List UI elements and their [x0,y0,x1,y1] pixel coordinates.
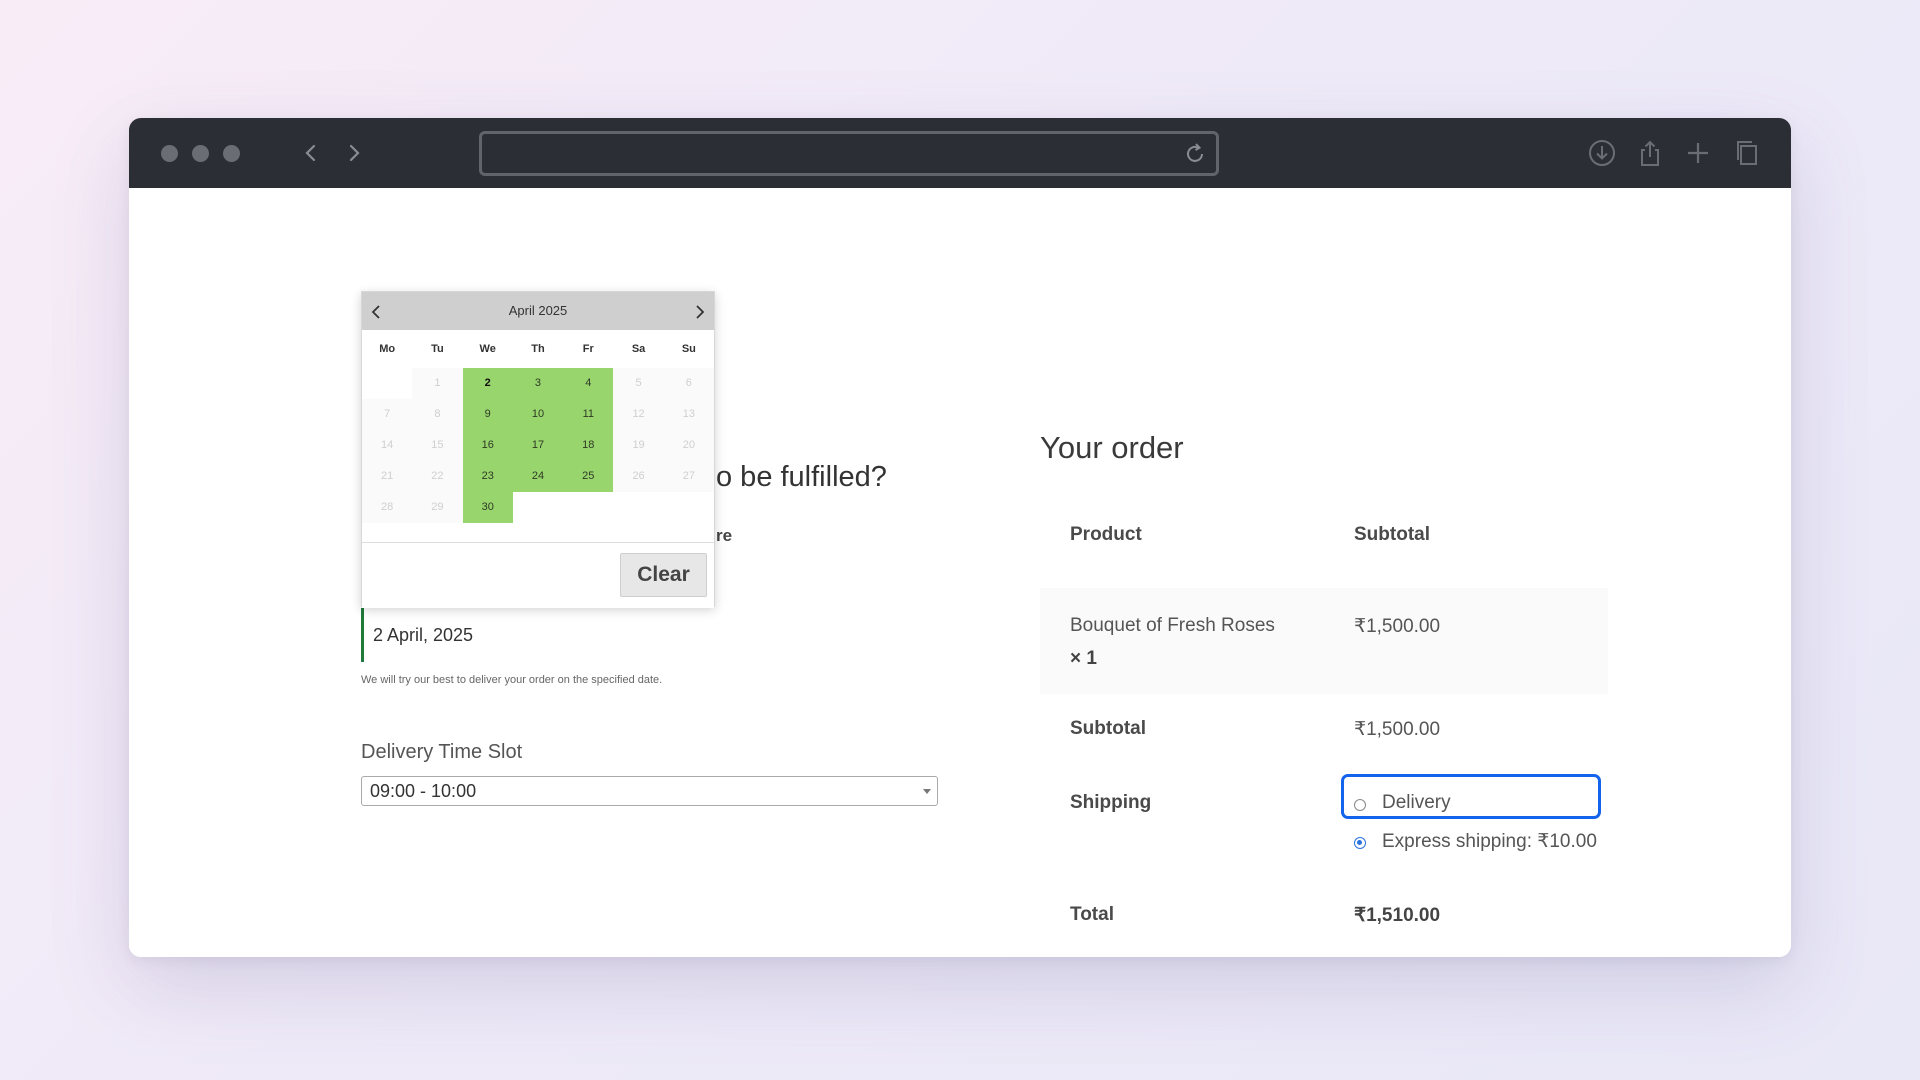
datepicker-days: 1 2 3 4 5 6 7 8 9 10 11 12 13 14 15 16 17 18 19 20 21 22 23 24 2… [362,368,714,523]
order-item-quantity: × 1 [1070,648,1097,669]
datepicker-day[interactable]: 25 [563,461,614,492]
datepicker-day: 29 [412,492,463,523]
datepicker-day[interactable]: 17 [512,430,564,461]
browser-titlebar [129,118,1791,188]
datepicker-day [362,368,413,399]
datepicker-day: 19 [613,430,664,461]
weekday-label: Tu [431,343,444,355]
share-icon[interactable] [1635,138,1665,168]
weekday-label: Mo [379,343,396,355]
column-header-product: Product [1070,524,1142,545]
forward-icon[interactable] [342,138,366,168]
window-zoom-dot[interactable] [223,145,240,162]
datepicker-day[interactable]: 3 [512,368,564,399]
datepicker-day: 8 [412,399,463,430]
datepicker-day: 7 [362,399,413,430]
datepicker-day[interactable]: 2 [462,368,513,399]
page-content: o be fulfilled? re 2 April, 2025 We will… [129,188,1791,957]
subtotal-value: ₹1,500.00 [1354,719,1441,740]
datepicker-month-label: April 2025 [508,303,568,318]
datepicker-day[interactable]: 30 [462,492,513,523]
weekday-header-row: Mo Tu We Th Fr Sa Su [362,330,714,368]
window-close-dot[interactable] [161,145,178,162]
delivery-question-heading: o be fulfilled? [716,461,887,493]
next-month-icon[interactable] [692,303,708,321]
datepicker-day: 13 [663,399,714,430]
datepicker-grid: Mo Tu We Th Fr Sa Su 1 2 3 4 5 6 7 8 9 10 11 12 13 14 15 16 17… [362,330,714,523]
datepicker-day[interactable]: 9 [462,399,513,430]
datepicker-header: April 2025 [362,292,714,330]
datepicker-day[interactable]: 18 [563,430,614,461]
datepicker-popup: April 2025 Mo Tu We Th Fr Sa Su 1 2 3 4 5 6 7 8 9 10 11 1… [361,291,715,608]
datepicker-day[interactable]: 24 [512,461,564,492]
clear-date-button[interactable]: Clear [620,553,707,597]
weekday-label: Fr [582,343,594,355]
order-item-name: Bouquet of Fresh Roses [1070,615,1275,636]
weekday-label: Th [531,343,545,355]
window-minimize-dot[interactable] [192,145,209,162]
download-icon[interactable] [1587,138,1617,168]
address-bar[interactable] [479,131,1219,176]
browser-window: o be fulfilled? re 2 April, 2025 We will… [129,118,1791,957]
delivery-question-subtext: re [716,526,733,545]
column-header-subtotal: Subtotal [1354,524,1430,545]
datepicker-day: 28 [362,492,413,523]
subtotal-label: Subtotal [1070,718,1146,739]
time-slot-label: Delivery Time Slot [361,741,523,763]
datepicker-day: 22 [412,461,463,492]
datepicker-day[interactable]: 11 [563,399,614,430]
time-slot-value: 09:00 - 10:00 [370,781,477,801]
datepicker-day: 26 [613,461,664,492]
datepicker-day: 6 [663,368,714,399]
new-tab-icon[interactable] [1683,138,1713,168]
datepicker-day: 5 [613,368,664,399]
datepicker-day: 12 [613,399,664,430]
express-shipping-highlight [1341,774,1601,819]
shipping-option-express-radio[interactable] [1354,837,1366,849]
datepicker-footer: Clear [362,542,714,608]
reload-icon[interactable] [1182,141,1208,167]
weekday-label: Sa [631,343,646,355]
tabs-icon[interactable] [1732,138,1762,168]
datepicker-day[interactable]: 16 [462,430,513,461]
datepicker-day[interactable]: 10 [512,399,564,430]
shipping-option-express-label[interactable]: Express shipping: ₹10.00 [1382,830,1597,853]
datepicker-day[interactable]: 4 [563,368,614,399]
datepicker-day: 20 [663,430,714,461]
order-item-row [1040,588,1608,694]
weekday-label: We [479,343,496,355]
order-title: Your order [1040,430,1184,465]
datepicker-day: 27 [663,461,714,492]
datepicker-day: 14 [362,430,413,461]
datepicker-day: 15 [412,430,463,461]
delivery-date-note: We will try our best to deliver your ord… [361,674,663,686]
delivery-date-field[interactable]: 2 April, 2025 [361,608,611,662]
datepicker-day[interactable]: 23 [462,461,513,492]
chevron-down-icon [923,789,931,794]
total-value: ₹1,510.00 [1354,905,1441,926]
weekday-label: Su [681,343,696,355]
back-icon[interactable] [299,138,323,168]
datepicker-day: 1 [412,368,463,399]
order-item-price: ₹1,500.00 [1354,616,1441,637]
datepicker-day: 21 [362,461,413,492]
time-slot-select[interactable]: 09:00 - 10:00 [361,776,938,806]
total-label: Total [1070,904,1114,925]
shipping-label: Shipping [1070,792,1152,813]
